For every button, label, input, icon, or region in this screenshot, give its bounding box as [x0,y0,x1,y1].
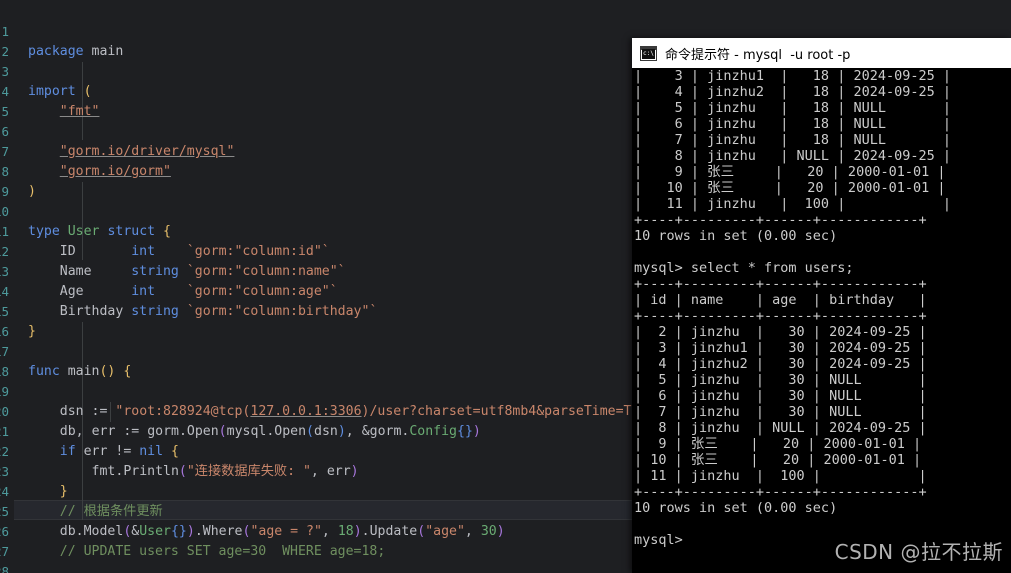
code-line[interactable]: 18 [0,342,64,379]
code-line[interactable]: 3 import ( [0,42,91,99]
terminal-line: | id | name | age | birthday | [634,292,927,308]
line-content: db, err := gorm.Open(mysql.Open(dsn), &g… [59,424,481,439]
screenshot-root: 1 package main 2 3 import ( 4 "fmt" 5 6 … [0,0,1011,573]
cmd-icon [640,45,657,61]
terminal-line: | 7 | jinzhu | 30 | NULL | [634,404,927,420]
terminal-line: | 3 | jinzhu1 | 18 | 2024-09-25 | [634,68,951,84]
terminal-title: 命令提示符 - mysql -u root -p [665,47,851,63]
terminal-line: | 8 | jinzhu | NULL | 2024-09-25 | [634,420,927,436]
command-prompt-window[interactable]: 命令提示符 - mysql -u root -p | 3 | jinzhu1 |… [632,38,1011,573]
code-line[interactable]: 15 } [0,282,64,339]
terminal-line: | 6 | jinzhu | 18 | NULL | [634,116,951,132]
code-line[interactable]: 25 db.Model(&User{}).Where("age = ?", 18… [0,482,505,539]
terminal-line: | 10 | 张三 | 20 | 2000-01-01 | [634,180,946,196]
line-content: dsn := "root:828924@tcp(127.0.0.1:3306)/… [59,404,656,419]
code-line[interactable]: 23 } [0,442,68,499]
code-line[interactable]: 16 [0,302,64,339]
terminal-line: | 11 | jinzhu | 100 | | [634,468,927,484]
code-line[interactable]: 7 "gorm.io/gorm" [0,122,170,179]
code-line[interactable]: 12 Name string `gorm:"column:name"` [0,222,346,279]
line-content: fmt.Println("连接数据库失败: ", err) [91,464,359,479]
line-content: Name string `gorm:"column:name"` [59,264,346,279]
line-content: ID int `gorm:"column:id"` [59,244,330,259]
code-line[interactable]: 27 [0,522,64,559]
terminal-line: | 2 | jinzhu | 30 | 2024-09-25 | [634,324,927,340]
terminal-line: mysql> [634,532,683,548]
terminal-line: mysql> select * from users; [634,260,854,276]
code-line[interactable]: 6 "gorm.io/driver/mysql" [0,102,234,159]
line-content: // UPDATE users SET age=30 WHERE age=18; [59,544,386,559]
line-content: db.Model(&User{}).Where("age = ?", 18).U… [59,524,505,539]
terminal-line: | 4 | jinzhu2 | 18 | 2024-09-25 | [634,84,951,100]
csdn-watermark: CSDN @拉不拉斯 [834,540,1003,564]
code-line[interactable]: 24 // 根据条件更新 [0,462,163,519]
terminal-line: | 9 | 张三 | 20 | 2000-01-01 | [634,164,946,180]
terminal-line: | 5 | jinzhu | 18 | NULL | [634,100,951,116]
terminal-line: 10 rows in set (0.00 sec) [634,228,838,244]
code-line[interactable]: 10 type User struct { [0,182,171,239]
code-line[interactable]: 22 fmt.Println("连接数据库失败: ", err) [0,422,359,479]
code-line[interactable]: 5 [0,82,64,119]
terminal-title-bar[interactable]: 命令提示符 - mysql -u root -p [632,38,1011,68]
terminal-line: 10 rows in set (0.00 sec) [634,500,838,516]
code-line[interactable]: 13 Age int `gorm:"column:age"` [0,242,338,299]
terminal-line: | 10 | 张三 | 20 | 2000-01-01 | [634,452,922,468]
terminal-line: | 6 | jinzhu | 30 | NULL | [634,388,927,404]
terminal-line: | 4 | jinzhu2 | 30 | 2024-09-25 | [634,356,927,372]
terminal-line: +----+---------+------+------------+ [634,484,927,500]
code-line[interactable]: 21 if err != nil { [0,402,179,459]
line-content: Age int `gorm:"column:age"` [59,284,338,299]
code-line[interactable]: 14 Birthday string `gorm:"column:birthda… [0,262,377,319]
code-line[interactable]: 29 [0,562,64,573]
code-line[interactable]: 20 db, err := gorm.Open(mysql.Open(dsn),… [0,382,481,439]
terminal-line: | 9 | 张三 | 20 | 2000-01-01 | [634,436,922,452]
terminal-line: +----+---------+------+------------+ [634,212,927,228]
code-line[interactable]: 26 // UPDATE users SET age=30 WHERE age=… [0,502,385,559]
code-line[interactable]: 28 } [0,542,64,573]
code-line[interactable]: 1 package main [0,2,123,59]
line-content: Birthday string `gorm:"column:birthday"` [59,304,378,319]
terminal-output[interactable]: | 3 | jinzhu1 | 18 | 2024-09-25 | | 4 | j… [632,68,1011,573]
code-line[interactable]: 11 ID int `gorm:"column:id"` [0,202,330,259]
terminal-line: | 5 | jinzhu | 30 | NULL | [634,372,927,388]
terminal-line: | 11 | jinzhu | 100 | | [634,196,951,212]
terminal-line: +----+---------+------+------------+ [634,276,927,292]
terminal-line: +----+---------+------+------------+ [634,308,927,324]
terminal-line: | 3 | jinzhu1 | 30 | 2024-09-25 | [634,340,927,356]
terminal-line: | 8 | jinzhu | NULL | 2024-09-25 | [634,148,951,164]
code-line[interactable]: 9 [0,162,64,199]
code-line[interactable]: 2 [0,22,64,59]
code-line[interactable]: 17 func main() { [0,322,131,379]
code-line[interactable]: 4 "fmt" [0,62,99,119]
terminal-line: | 7 | jinzhu | 18 | NULL | [634,132,951,148]
code-line[interactable]: 8 ) [0,142,64,199]
code-line[interactable]: 19 dsn := "root:828924@tcp(127.0.0.1:330… [0,362,655,419]
